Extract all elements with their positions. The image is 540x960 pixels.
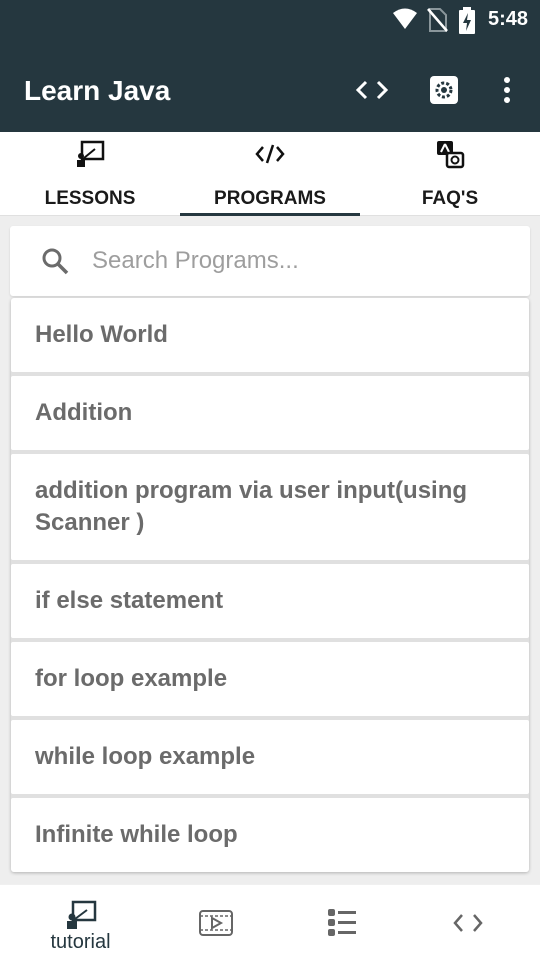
tab-programs-label: PROGRAMS	[214, 188, 326, 209]
bottom-navigation: tutorial	[0, 884, 540, 960]
checklist-icon	[322, 903, 362, 943]
nav-code[interactable]	[400, 885, 535, 960]
list-item[interactable]: for loop example	[11, 642, 529, 716]
list-item-title: Infinite while loop	[35, 821, 238, 848]
tutorial-board-icon	[61, 895, 101, 935]
settings-icon	[430, 76, 458, 104]
settings-button[interactable]	[426, 72, 462, 108]
status-bar: 5:48	[0, 0, 540, 40]
code-slash-icon	[254, 138, 286, 170]
nav-tutorial[interactable]: tutorial	[13, 885, 148, 960]
tab-faqs-label: FAQ'S	[421, 188, 479, 209]
code-icon	[355, 80, 389, 100]
lesson-board-icon	[74, 138, 106, 170]
list-item-title: addition program via user input(using Sc…	[35, 477, 468, 536]
app-title: Learn Java	[24, 75, 171, 106]
tab-lessons-label: LESSONS	[44, 188, 136, 209]
nav-list[interactable]	[274, 885, 409, 960]
video-play-icon	[196, 903, 236, 943]
status-time: 5:48	[487, 8, 528, 30]
wifi-icon	[393, 8, 417, 29]
app-bar: Learn Java	[0, 40, 540, 132]
nav-videos[interactable]	[148, 885, 283, 960]
list-item[interactable]: addition program via user input(using Sc…	[11, 454, 529, 560]
list-item[interactable]: Infinite while loop	[11, 798, 529, 872]
no-sim-icon	[427, 8, 448, 32]
more-options-button[interactable]	[489, 72, 525, 108]
search-bar	[10, 226, 530, 296]
program-list: Hello World Addition addition program vi…	[11, 298, 529, 872]
code-button[interactable]	[354, 72, 390, 108]
search-input[interactable]	[92, 240, 512, 282]
tab-bar: LESSONS PROGRAMS FAQ'S	[0, 132, 540, 216]
more-vert-icon	[504, 77, 510, 103]
list-item-title: Hello World	[35, 321, 168, 348]
battery-charging-icon	[459, 7, 475, 34]
list-item[interactable]: while loop example	[11, 720, 529, 794]
tab-programs[interactable]: PROGRAMS	[180, 132, 360, 216]
list-item[interactable]: Hello World	[11, 298, 529, 372]
nav-tutorial-label: tutorial	[50, 931, 111, 953]
list-item[interactable]: if else statement	[11, 564, 529, 638]
search-icon[interactable]	[41, 247, 69, 275]
faq-translate-icon	[434, 138, 466, 170]
code-icon	[448, 903, 488, 943]
list-item-title: if else statement	[35, 587, 224, 614]
list-item-title: Addition	[35, 399, 133, 426]
tab-lessons[interactable]: LESSONS	[0, 132, 180, 216]
tab-faqs[interactable]: FAQ'S	[360, 132, 540, 216]
list-item-title: while loop example	[35, 743, 256, 770]
list-item[interactable]: Addition	[11, 376, 529, 450]
list-item-title: for loop example	[35, 665, 228, 692]
